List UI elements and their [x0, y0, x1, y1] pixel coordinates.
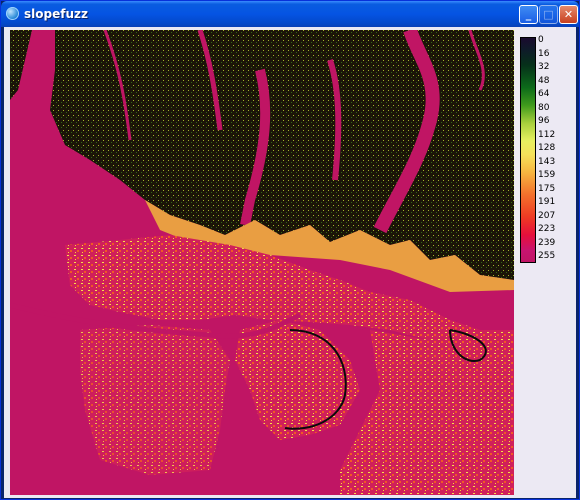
color-legend: 0 16 32 48 64 80 96 112 128 143 159 175 …: [518, 35, 574, 265]
legend-label: 32: [538, 62, 550, 72]
client-area: 0 16 32 48 64 80 96 112 128 143 159 175 …: [4, 27, 576, 498]
legend-label: 64: [538, 89, 550, 99]
legend-label: 96: [538, 116, 550, 126]
legend-label: 80: [538, 102, 550, 113]
legend-label: 207: [538, 210, 556, 221]
close-button[interactable]: ✕: [559, 5, 578, 24]
app-globe-icon: [6, 7, 19, 20]
colorbar: [520, 37, 536, 263]
legend-label: 112: [538, 129, 556, 140]
minimize-button[interactable]: _: [519, 5, 538, 24]
application-window: slopefuzz _ □ ✕ 0 16 32 48 64 80 96 112 …: [0, 0, 580, 500]
legend-label: 143: [538, 156, 556, 167]
legend-label: 0: [538, 35, 544, 45]
window-title: slopefuzz: [24, 7, 88, 21]
maximize-button[interactable]: □: [539, 5, 558, 24]
legend-label: 255: [538, 251, 556, 261]
legend-label: 191: [538, 197, 556, 207]
legend-label: 223: [538, 224, 556, 234]
legend-label: 159: [538, 170, 556, 180]
legend-label: 16: [538, 48, 550, 59]
legend-label: 239: [538, 237, 556, 248]
slope-raster-image: [10, 30, 514, 495]
legend-label: 175: [538, 183, 556, 194]
title-bar[interactable]: slopefuzz _ □ ✕: [1, 1, 579, 27]
legend-label: 48: [538, 75, 550, 86]
legend-label: 128: [538, 143, 556, 153]
